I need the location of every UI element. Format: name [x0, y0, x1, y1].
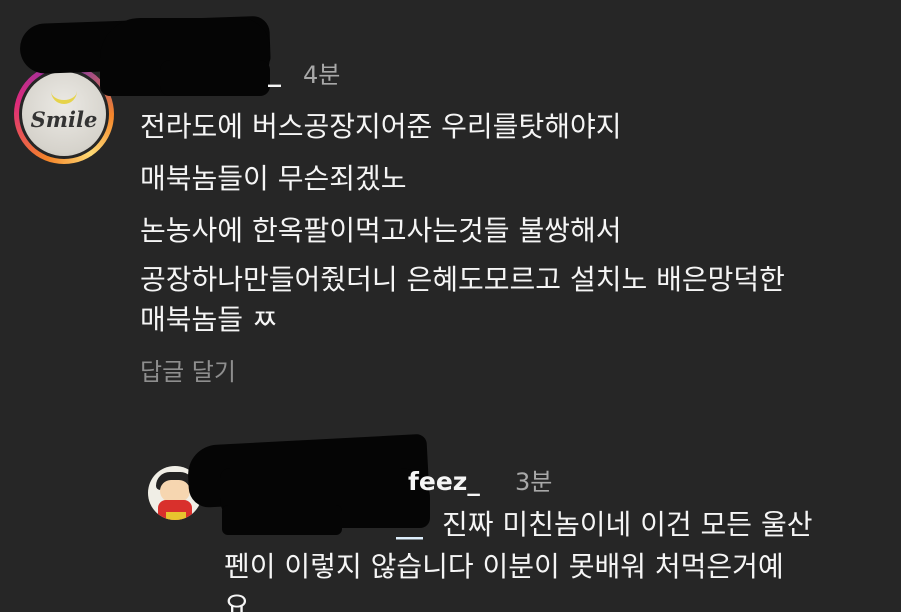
smile-face-icon [51, 86, 77, 104]
comment-body: 전라도에 버스공장지어준 우리를탓해야지 매북놈들이 무슨죄겠노 논농사에 한옥… [140, 104, 880, 340]
comment-line: 매북놈들이 무슨죄겠노 [140, 162, 407, 195]
reply-line: 요 [224, 590, 250, 612]
reply-username[interactable]: feez_ [408, 467, 480, 497]
comment-line: 전라도에 버스공장지어준 우리를탓해야지 [140, 110, 622, 143]
reply-button[interactable]: 답글 달기 [140, 356, 236, 388]
comment-line: 논농사에 한옥팔이먹고사는것들 불쌍해서 [140, 214, 622, 247]
redaction-mark [160, 60, 270, 96]
comment-username[interactable]: _ [268, 58, 281, 88]
avatar-pants [166, 512, 186, 520]
reply-line: 펜이 이렇지 않습니다 이분이 못배워 처먹은거예 [224, 550, 784, 583]
redaction-mark [222, 505, 342, 535]
avatar[interactable]: Smile [22, 72, 106, 156]
reply-timestamp: 3분 [515, 468, 553, 496]
comment-line: 공장하나만들어줬더니 은혜도모르고 설치노 배은망덕한 [140, 263, 785, 296]
avatar-logo-text: Smile [30, 106, 98, 132]
reply-line: 진짜 미친놈이네 이건 모든 울산 [442, 508, 813, 541]
reply-mention[interactable]: __ [396, 507, 423, 543]
avatar-face [160, 480, 190, 502]
comment-timestamp: 4분 [303, 61, 341, 89]
comment-line: 매북놈들 ㅉ [140, 303, 278, 336]
